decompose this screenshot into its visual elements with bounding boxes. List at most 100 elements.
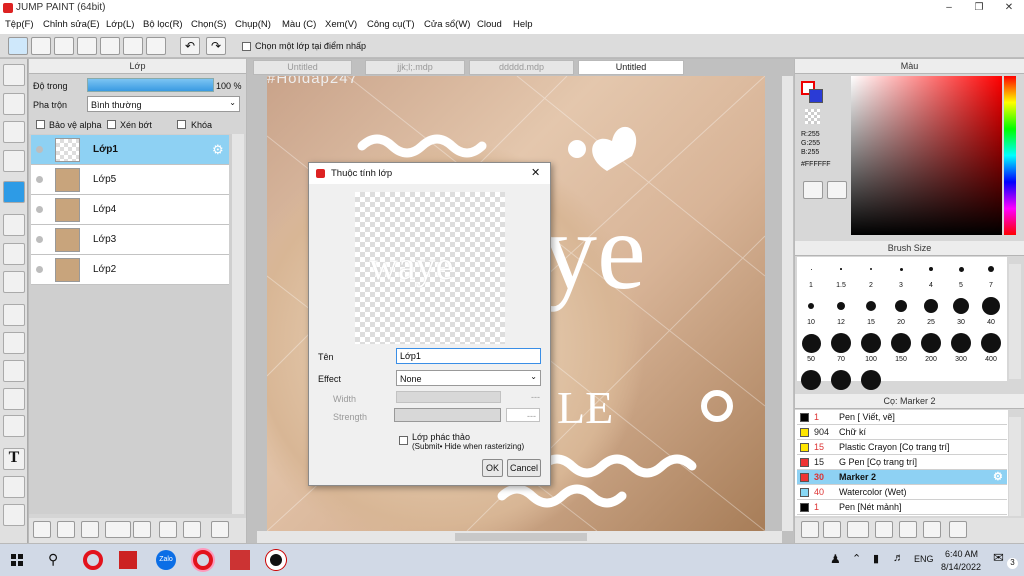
windows-start-icon[interactable] — [11, 554, 23, 566]
pipette-icon[interactable] — [3, 504, 25, 526]
opera-icon[interactable] — [83, 550, 103, 570]
tab-untitled-1[interactable]: Untitled — [253, 60, 352, 75]
layer-row[interactable]: Lớp2 — [31, 255, 229, 285]
opera-gx-icon[interactable] — [193, 550, 213, 570]
brush-size-dot[interactable] — [837, 302, 845, 310]
menu-select[interactable]: Chọn(S) — [191, 19, 226, 30]
brush-size-dot[interactable] — [866, 301, 876, 311]
brush-size-dot[interactable] — [921, 333, 941, 353]
brush-size-dot[interactable] — [895, 300, 907, 312]
maximize-icon[interactable]: ❐ — [964, 0, 994, 16]
brush-icon[interactable] — [3, 64, 25, 86]
canvas-v-scrollbar[interactable] — [782, 76, 793, 531]
gradient-icon[interactable] — [3, 271, 25, 293]
select-rect-icon[interactable] — [3, 304, 25, 326]
background-color[interactable] — [809, 89, 823, 103]
brush-size-dot[interactable] — [958, 266, 964, 272]
name-input[interactable] — [396, 348, 541, 364]
brush-size-dot[interactable] — [831, 333, 851, 353]
layer-row[interactable]: Lớp4 — [31, 195, 229, 225]
menu-cloud[interactable]: Cloud — [477, 19, 502, 30]
visibility-icon[interactable] — [36, 206, 43, 213]
brush-copy-icon[interactable] — [923, 521, 941, 538]
protect-alpha-checkbox[interactable] — [36, 120, 45, 129]
bucket-icon[interactable] — [3, 243, 25, 265]
brush-item[interactable]: 1 Pen [ Viết, vẽ] — [797, 410, 1007, 425]
menu-edit[interactable]: Chỉnh sửa(E) — [43, 19, 100, 30]
minimize-icon[interactable]: – — [934, 0, 964, 16]
layer-row[interactable]: Lớp1 ⚙ — [31, 135, 229, 165]
brush-size-dot[interactable] — [981, 333, 1001, 353]
menu-view[interactable]: Xem(V) — [325, 19, 357, 30]
visibility-icon[interactable] — [36, 146, 43, 153]
brush-size-dot[interactable] — [861, 333, 881, 353]
brush-trash-icon[interactable] — [949, 521, 967, 538]
brush-size-dot[interactable] — [891, 333, 911, 353]
brush-add-icon[interactable] — [847, 521, 869, 538]
gear-icon[interactable]: ⚙ — [212, 142, 224, 158]
palette-settings-icon[interactable] — [827, 181, 847, 199]
visibility-icon[interactable] — [36, 236, 43, 243]
list-icon[interactable] — [123, 37, 143, 55]
chevron-up-icon[interactable]: ⌃ — [852, 552, 861, 565]
eraser-icon[interactable] — [3, 93, 25, 115]
upload-icon[interactable] — [31, 37, 51, 55]
brush-size-dot[interactable] — [801, 333, 821, 353]
tab-untitled-2[interactable]: Untitled — [578, 60, 684, 75]
brush-size-dot[interactable] — [808, 303, 814, 309]
brush-tool-icon[interactable] — [801, 521, 819, 538]
brush-size-dot[interactable] — [801, 370, 821, 390]
page-icon[interactable] — [100, 37, 120, 55]
check-icon[interactable] — [8, 37, 28, 55]
brush-size-dot[interactable] — [982, 297, 1000, 315]
add-layer-menu-icon[interactable] — [105, 521, 131, 538]
brush-size-dot[interactable] — [951, 333, 971, 353]
trash-icon[interactable] — [211, 521, 229, 538]
clipping-checkbox[interactable] — [107, 120, 116, 129]
visibility-icon[interactable] — [36, 176, 43, 183]
brush-item[interactable]: 30 Marker 2 ⚙ — [797, 470, 1007, 485]
menu-color[interactable]: Màu (C) — [282, 19, 316, 30]
gear-icon[interactable]: ⚙ — [993, 470, 1003, 484]
color-picker[interactable] — [851, 76, 1002, 235]
tab-jjk[interactable]: jjk;l;.mdp — [365, 60, 465, 75]
clock-date[interactable]: 8/14/2022 — [941, 562, 981, 572]
notification-icon[interactable]: ✉ — [993, 550, 1004, 566]
redo-icon[interactable]: ↷ — [206, 37, 226, 55]
lasso-icon[interactable] — [3, 332, 25, 354]
brush-size-dot[interactable] — [953, 298, 969, 314]
tab-ddddd[interactable]: ddddd.mdp — [469, 60, 574, 75]
new-layer-8bit-icon[interactable] — [57, 521, 75, 538]
rectangle-icon[interactable] — [3, 121, 25, 143]
brush-size-dot[interactable] — [929, 267, 933, 271]
lock-checkbox[interactable] — [177, 120, 186, 129]
blend-select[interactable]: Bình thường ⌄ — [87, 96, 240, 112]
layer-row[interactable]: Lớp5 — [31, 165, 229, 195]
menu-filter[interactable]: Bộ lọc(R) — [143, 19, 183, 30]
jump-paint-icon[interactable] — [230, 550, 250, 570]
fill-shape-icon[interactable] — [3, 214, 25, 236]
app-red-icon[interactable] — [119, 551, 137, 569]
brush-size-dot[interactable] — [810, 268, 812, 270]
cancel-button[interactable]: Cancel — [507, 459, 541, 477]
brush-group-icon[interactable] — [823, 521, 841, 538]
comment-icon[interactable] — [77, 37, 97, 55]
brush-item[interactable]: 15 G Pen [Cọ trang trí] — [797, 455, 1007, 470]
visibility-icon[interactable] — [36, 266, 43, 273]
select-pen-icon[interactable] — [3, 388, 25, 410]
magic-wand-icon[interactable] — [3, 360, 25, 382]
speaker-icon[interactable]: ♬ — [893, 552, 904, 564]
canvas-h-scrollbar[interactable] — [257, 531, 782, 543]
width-slider[interactable] — [396, 391, 501, 403]
opacity-slider[interactable] — [87, 78, 214, 92]
ok-button[interactable]: OK — [482, 459, 503, 477]
undo-icon[interactable]: ↶ — [180, 37, 200, 55]
language-indicator[interactable]: ENG — [914, 554, 934, 564]
scroll-thumb[interactable] — [455, 533, 587, 541]
clock-time[interactable]: 6:40 AM — [945, 549, 978, 559]
palette-icon[interactable] — [803, 181, 823, 199]
brush-size-dot[interactable] — [831, 370, 851, 390]
operation-icon[interactable] — [3, 476, 25, 498]
brush-folder-icon[interactable] — [899, 521, 917, 538]
merge-icon[interactable] — [183, 521, 201, 538]
